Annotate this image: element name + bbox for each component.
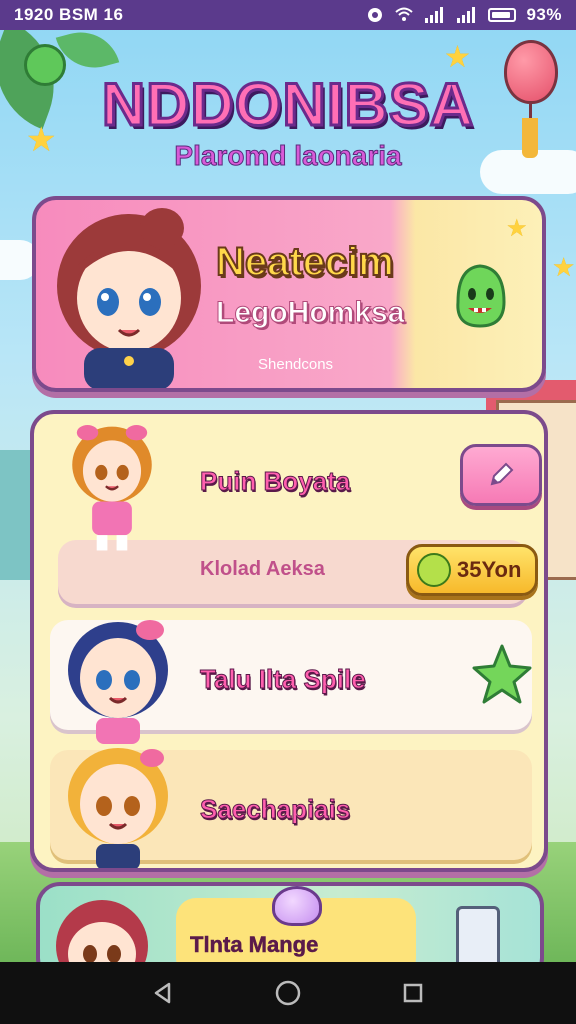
coin-face-icon [417,553,451,587]
girl-avatar-icon [68,748,168,868]
home-button[interactable] [268,973,308,1013]
back-triangle-icon [154,982,170,1004]
status-icons: 93% [366,5,562,25]
list-item-subtitle: Klolad Aeksa [200,558,325,580]
list-item-title: Saechapiais [199,794,351,825]
list-item-title: Puin Boyata [199,466,351,497]
recents-button[interactable] [393,973,433,1013]
recents-square-icon [404,983,423,1003]
coin-reward-badge[interactable]: 35Yon [406,544,538,596]
list-item[interactable]: Saechapiais [50,748,532,868]
pencil-icon [490,462,514,486]
app-title: NDDONIBSA [100,70,475,140]
green-star-icon [472,644,532,704]
girl-avatar-icon [57,208,201,388]
status-time: 1920 BSM 16 [14,5,124,24]
green-mascot-icon [456,264,506,328]
featured-card[interactable]: Neatecim LegoHomksa Shendcons ★ [32,196,546,392]
battery-level: 93% [526,5,562,24]
featured-subtitle: LegoHomksa [215,296,405,330]
list-item[interactable]: Talu Ilta Spile [50,620,532,744]
tower-decoration [0,450,30,580]
app-subtitle: Plaromd laonaria [174,140,402,172]
system-nav-bar [0,962,576,1024]
star-icon: ★ [552,252,576,282]
battery-icon [488,8,517,22]
signal-icon [456,6,478,24]
coin-label: 35Yon [457,557,522,582]
wifi-icon [394,6,414,24]
list-item[interactable]: Puin Boyata Klolad Aeksa 35Yon [50,418,542,604]
featured-title: Neatecim [215,239,395,285]
girl-avatar-icon [68,620,168,744]
back-button[interactable] [143,973,183,1013]
bottom-card-label: Tlnta Mange [190,932,319,958]
cup-icon [272,886,322,926]
list-item-title: Talu Ilta Spile [200,664,367,695]
character-list-panel: Puin Boyata Klolad Aeksa 35Yon Talu Ilta… [30,410,548,872]
pencil-edit-button[interactable] [460,444,542,506]
signal-icon [424,6,446,24]
star-icon: ★ [506,215,528,242]
status-bar: 1920 BSM 16 93% [0,0,576,30]
girl-avatar-icon [72,425,152,551]
home-circle-icon [275,980,301,1006]
featured-caption: Shendcons [258,356,334,373]
notification-icon [366,6,384,24]
